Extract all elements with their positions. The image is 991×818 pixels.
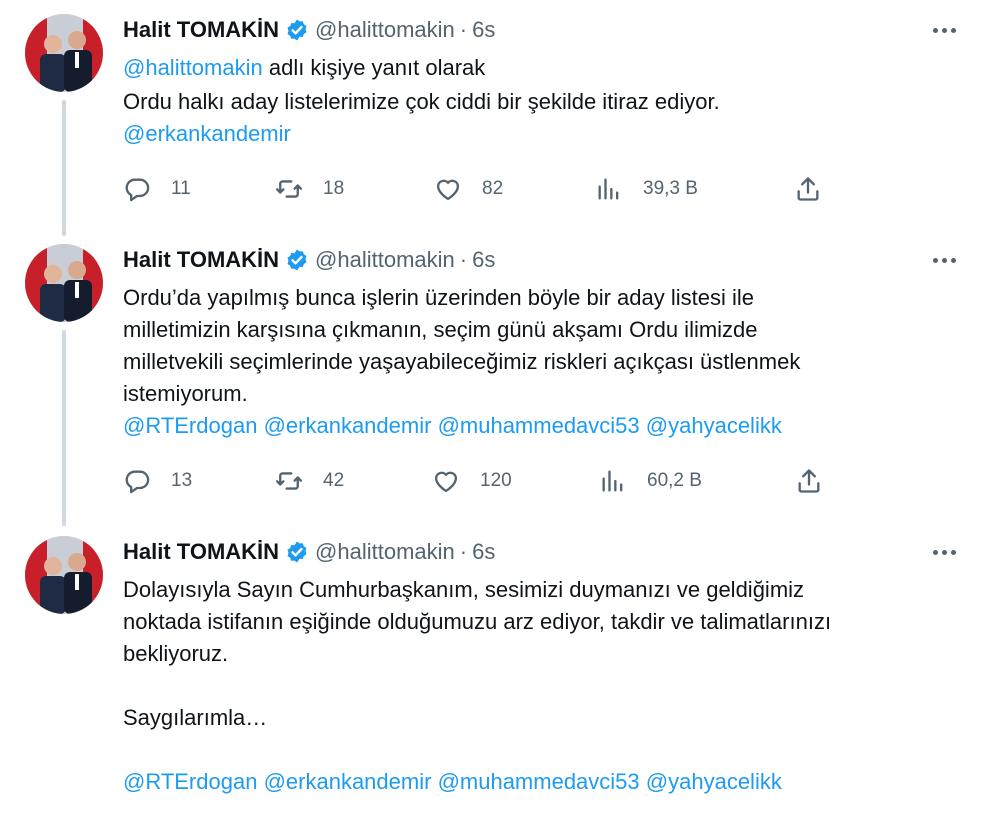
like-button[interactable]: 120 <box>432 464 512 498</box>
closing-line: Saygılarımla… <box>123 705 268 730</box>
tweet-header: Halit TOMAKİN @halittomakin · 6s <box>123 14 495 46</box>
retweet-button[interactable]: 42 <box>275 464 344 498</box>
author-name[interactable]: Halit TOMAKİN <box>123 17 279 43</box>
timestamp[interactable]: 6s <box>472 17 495 43</box>
share-icon <box>797 177 819 201</box>
more-options-icon[interactable] <box>928 248 960 272</box>
reply-count: 11 <box>171 178 191 199</box>
share-button[interactable] <box>794 172 822 206</box>
reply-count: 13 <box>171 470 193 491</box>
verified-badge-icon <box>287 19 307 41</box>
author-handle[interactable]: @halittomakin <box>315 539 455 565</box>
mention-link[interactable]: @erkankandemir <box>264 769 432 794</box>
separator-dot: · <box>459 539 468 564</box>
retweet-count: 42 <box>323 470 345 491</box>
tweet-header: Halit TOMAKİN @halittomakin · 6s <box>123 536 495 568</box>
avatar[interactable] <box>25 536 103 614</box>
separator-dot: · <box>459 17 468 42</box>
separator-dot: · <box>459 247 468 272</box>
tweet-actions: 11 18 82 39,3 B <box>123 172 843 206</box>
tweet-text-line: milletvekili seçimlerinde yaşayabileceği… <box>123 349 801 374</box>
author-name[interactable]: Halit TOMAKİN <box>123 539 279 565</box>
tweet-text-line: istemiyorum. <box>123 381 248 406</box>
thread-connector <box>62 100 66 236</box>
retweet-button[interactable]: 18 <box>275 172 344 206</box>
tweet-actions: 13 42 120 60,2 B <box>123 464 843 498</box>
mention-link[interactable]: @muhammedavci53 <box>438 769 640 794</box>
tweet-text-line: Ordu’da yapılmış bunca işlerin üzerinden… <box>123 285 754 310</box>
tweet[interactable]: Halit TOMAKİN @halittomakin · 6s Ordu’da… <box>0 244 991 526</box>
timestamp[interactable]: 6s <box>472 247 495 273</box>
tweet-text-line: noktada istifanın eşiğinde olduğumuzu ar… <box>123 609 832 634</box>
views-icon <box>598 178 619 200</box>
tweet-text: Ordu halkı aday listelerimize çok ciddi … <box>123 86 963 150</box>
retweet-count: 18 <box>323 178 345 199</box>
avatar[interactable] <box>25 14 103 92</box>
more-options-icon[interactable] <box>928 18 960 42</box>
tweet-text-line: Dolayısıyla Sayın Cumhurbaşkanım, sesimi… <box>123 577 805 602</box>
heart-icon <box>436 179 460 201</box>
reply-button[interactable]: 11 <box>123 172 191 206</box>
mentions-line: @RTErdogan @erkankandemir @muhammedavci5… <box>123 410 963 442</box>
mention-link[interactable]: @erkankandemir <box>123 121 291 146</box>
reply-icon <box>125 470 150 494</box>
mention-link[interactable]: @yahyacelikk <box>646 769 782 794</box>
views-button[interactable]: 39,3 B <box>595 172 698 206</box>
reply-button[interactable]: 13 <box>123 464 192 498</box>
author-handle[interactable]: @halittomakin <box>315 17 455 43</box>
mention-link[interactable]: @RTErdogan <box>123 413 257 438</box>
reply-to-label: adlı kişiye yanıt olarak <box>262 55 486 80</box>
share-icon <box>798 469 820 493</box>
avatar-image <box>25 536 103 614</box>
like-button[interactable]: 82 <box>434 172 503 206</box>
verified-badge-icon <box>287 249 307 271</box>
reply-icon <box>125 178 150 202</box>
thread-connector <box>62 330 66 526</box>
reply-to-mention[interactable]: @halittomakin <box>123 55 263 80</box>
tweet-text: Dolayısıyla Sayın Cumhurbaşkanım, sesimi… <box>123 574 963 798</box>
tweet[interactable]: Halit TOMAKİN @halittomakin · 6s Dolayıs… <box>0 536 991 818</box>
views-count: 60,2 B <box>647 470 702 491</box>
author-name[interactable]: Halit TOMAKİN <box>123 247 279 273</box>
timestamp[interactable]: 6s <box>472 539 495 565</box>
mention-link[interactable]: @yahyacelikk <box>646 413 782 438</box>
views-count: 39,3 B <box>643 178 698 199</box>
like-count: 82 <box>482 178 504 199</box>
verified-badge-icon <box>287 541 307 563</box>
mention-link[interactable]: @muhammedavci53 <box>438 413 640 438</box>
tweet-text-line: Ordu halkı aday listelerimize çok ciddi … <box>123 89 720 114</box>
views-button[interactable]: 60,2 B <box>599 464 702 498</box>
tweet-header: Halit TOMAKİN @halittomakin · 6s <box>123 244 495 276</box>
avatar-image <box>25 244 103 322</box>
more-options-icon[interactable] <box>928 540 960 564</box>
mention-link[interactable]: @RTErdogan <box>123 769 257 794</box>
retweet-icon <box>275 472 303 490</box>
tweet-text-line: bekliyoruz. <box>123 641 229 666</box>
mention-link[interactable]: @erkankandemir <box>264 413 432 438</box>
author-handle[interactable]: @halittomakin <box>315 247 455 273</box>
tweet-text: Ordu’da yapılmış bunca işlerin üzerinden… <box>123 282 963 442</box>
views-icon <box>602 470 623 492</box>
like-count: 120 <box>480 470 512 491</box>
retweet-icon <box>275 180 303 198</box>
tweet-text-line: milletimizin karşısına çıkmanın, seçim g… <box>123 317 758 342</box>
avatar-image <box>25 14 103 92</box>
mentions-line: @RTErdogan @erkankandemir @muhammedavci5… <box>123 766 963 798</box>
avatar[interactable] <box>25 244 103 322</box>
share-button[interactable] <box>795 464 823 498</box>
heart-icon <box>434 471 458 493</box>
tweet[interactable]: Halit TOMAKİN @halittomakin · 6s @halitt… <box>0 14 991 236</box>
reply-context: @halittomakin adlı kişiye yanıt olarak <box>123 52 963 84</box>
